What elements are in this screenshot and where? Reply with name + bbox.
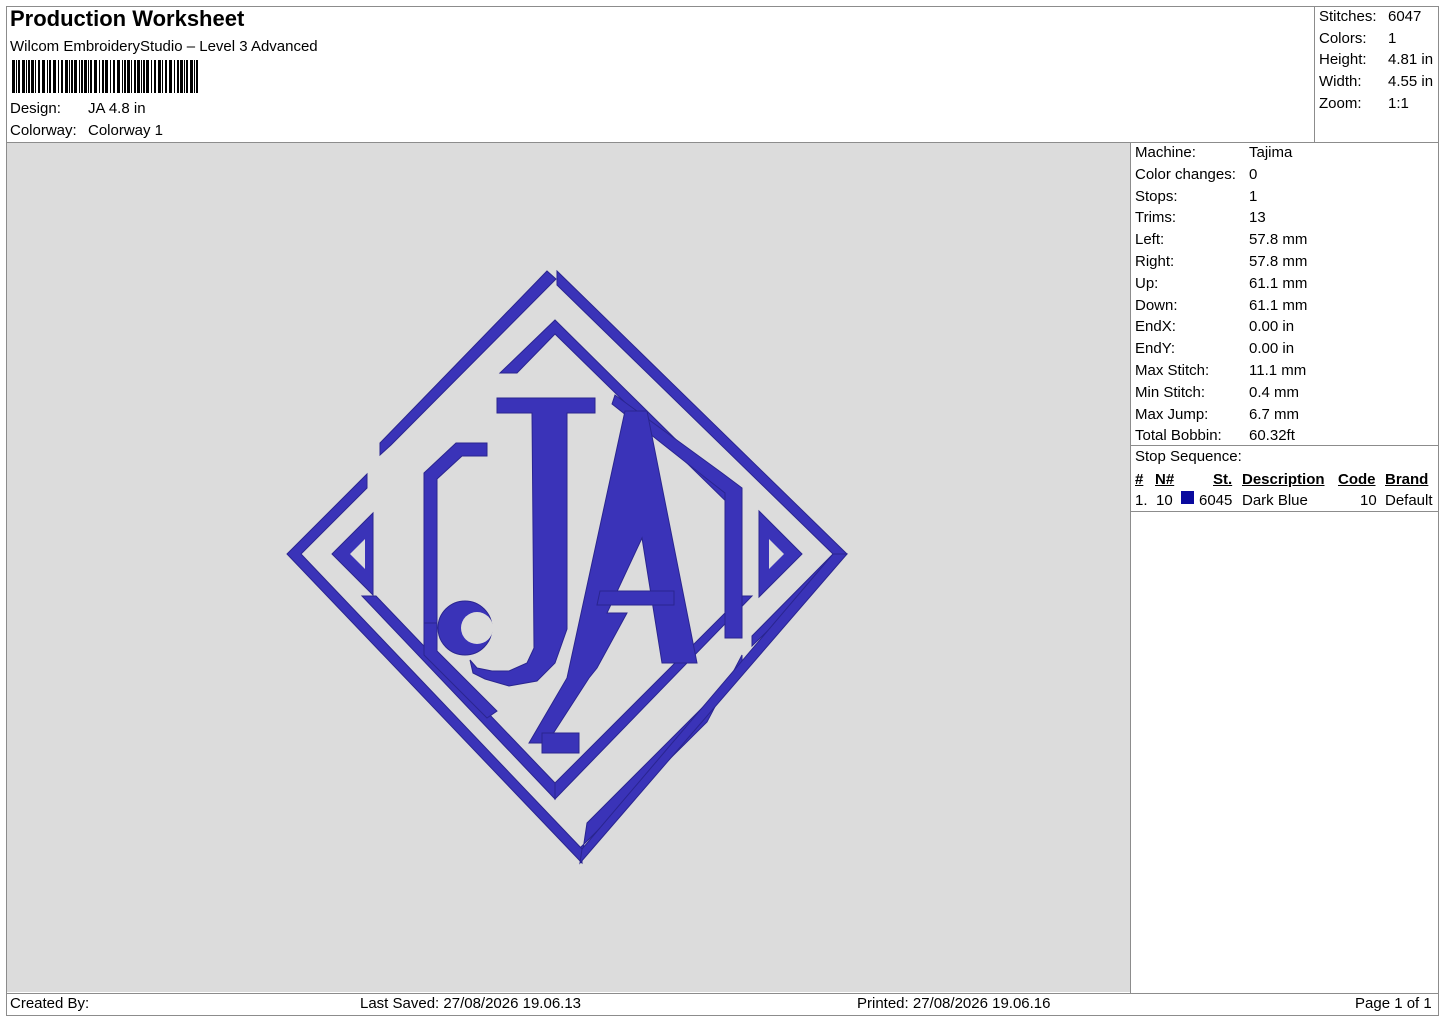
- stat-stitches: Stitches: 6047: [1319, 8, 1421, 25]
- colorway-value: Colorway 1: [88, 122, 164, 139]
- software-name: Wilcom EmbroideryStudio – Level 3 Advanc…: [10, 38, 318, 55]
- stat-value: 4.55 in: [1388, 73, 1434, 90]
- property-value: 0.00 in: [1249, 318, 1295, 336]
- stat-label: Zoom:: [1319, 95, 1362, 112]
- frame-bottom-border: [6, 1015, 1439, 1016]
- colorway-row: Colorway: Colorway 1: [10, 122, 163, 139]
- column-header-description: Description: [1242, 471, 1325, 488]
- monogram-design-image: [286, 269, 849, 865]
- stat-value: 1: [1388, 30, 1397, 47]
- stat-label: Height:: [1319, 51, 1367, 68]
- property-value: 61.1 mm: [1249, 296, 1308, 314]
- created-by: Created By:: [10, 995, 90, 1012]
- property-value: 57.8 mm: [1249, 231, 1308, 249]
- page-title: Production Worksheet: [10, 6, 245, 31]
- property-row: Stops: 1: [1135, 188, 1257, 205]
- property-row: EndY: 0.00 in: [1135, 340, 1294, 357]
- property-label: Stops:: [1135, 187, 1178, 205]
- column-header-brand: Brand: [1385, 471, 1429, 488]
- property-value: 0.4 mm: [1249, 383, 1300, 401]
- stat-width: Width: 4.55 in: [1319, 73, 1433, 90]
- property-label: Max Jump:: [1135, 405, 1209, 423]
- column-header-number: #: [1135, 471, 1144, 488]
- property-value: Tajima: [1249, 144, 1293, 161]
- column-header-stitches: St.: [1213, 471, 1233, 488]
- property-value: 13: [1249, 209, 1266, 227]
- stop-sequence-heading: Stop Sequence:: [1135, 448, 1242, 465]
- property-value: 1: [1249, 187, 1258, 205]
- property-value: 60.32ft: [1249, 427, 1295, 445]
- stat-label: Colors:: [1319, 30, 1367, 47]
- stats-divider: [1314, 6, 1315, 143]
- property-label: EndY:: [1135, 340, 1176, 358]
- property-row: Max Stitch: 11.1 mm: [1135, 362, 1306, 379]
- last-saved: Last Saved: 27/08/2026 19.06.13: [360, 995, 582, 1012]
- stat-colors: Colors: 1: [1319, 30, 1396, 47]
- stat-value: 6047: [1388, 8, 1422, 25]
- stat-value: 4.81 in: [1388, 51, 1434, 68]
- property-row: Right: 57.8 mm: [1135, 253, 1307, 270]
- design-value: JA 4.8 in: [88, 100, 146, 117]
- row-stitches: 6045: [1199, 492, 1233, 509]
- property-label: Max Stitch:: [1135, 362, 1210, 379]
- property-value: 57.8 mm: [1249, 253, 1308, 270]
- stat-label: Stitches:: [1319, 8, 1377, 25]
- property-row: EndX: 0.00 in: [1135, 318, 1294, 335]
- stat-zoom: Zoom: 1:1: [1319, 95, 1409, 112]
- property-label: Machine:: [1135, 144, 1196, 161]
- row-needle: 10: [1156, 492, 1173, 509]
- thread-color-swatch: [1181, 491, 1194, 504]
- row-number: 1.: [1135, 492, 1148, 509]
- property-value: 0.00 in: [1249, 340, 1295, 358]
- property-row: Up: 61.1 mm: [1135, 275, 1307, 292]
- stat-value: 1:1: [1388, 95, 1409, 112]
- row-code: 10: [1360, 492, 1377, 509]
- property-row: Trims: 13: [1135, 209, 1266, 226]
- property-label: Total Bobbin:: [1135, 427, 1222, 445]
- property-value: 0: [1249, 165, 1258, 183]
- footer-divider: [6, 993, 1439, 994]
- design-row: Design: JA 4.8 in: [10, 100, 146, 117]
- property-row: Down: 61.1 mm: [1135, 297, 1307, 314]
- row-description: Dark Blue: [1242, 492, 1308, 509]
- sidebar-divider: [1130, 142, 1131, 993]
- row-brand: Default: [1385, 492, 1433, 509]
- property-value: 61.1 mm: [1249, 274, 1308, 292]
- property-row: Total Bobbin: 60.32ft: [1135, 427, 1295, 444]
- column-header-needle: N#: [1155, 471, 1175, 488]
- property-value: 11.1 mm: [1249, 362, 1307, 379]
- property-value: 6.7 mm: [1249, 405, 1300, 423]
- property-label: Min Stitch:: [1135, 383, 1206, 401]
- property-label: Right:: [1135, 253, 1175, 270]
- property-label: Trims:: [1135, 209, 1177, 227]
- property-row: Color changes: 0: [1135, 166, 1257, 183]
- page-number: Page 1 of 1: [1355, 995, 1432, 1012]
- property-label: Down:: [1135, 296, 1178, 314]
- design-label: Design:: [10, 100, 61, 117]
- column-header-code: Code: [1338, 471, 1376, 488]
- colorway-label: Colorway:: [10, 122, 77, 139]
- property-row: Machine: Tajima: [1135, 144, 1292, 161]
- property-row: Min Stitch: 0.4 mm: [1135, 384, 1299, 401]
- printed-date: Printed: 27/08/2026 19.06.16: [857, 995, 1051, 1012]
- stop-sequence-divider: [1130, 445, 1439, 446]
- property-label: EndX:: [1135, 318, 1176, 336]
- property-label: Color changes:: [1135, 165, 1236, 183]
- stat-height: Height: 4.81 in: [1319, 51, 1433, 68]
- barcode-image: [12, 60, 198, 93]
- property-label: Up:: [1135, 274, 1159, 292]
- property-row: Left: 57.8 mm: [1135, 231, 1307, 248]
- property-row: Max Jump: 6.7 mm: [1135, 406, 1299, 423]
- design-preview[interactable]: [7, 143, 1130, 992]
- stop-table-divider: [1130, 511, 1439, 512]
- property-label: Left:: [1135, 231, 1165, 249]
- stat-label: Width:: [1319, 73, 1362, 90]
